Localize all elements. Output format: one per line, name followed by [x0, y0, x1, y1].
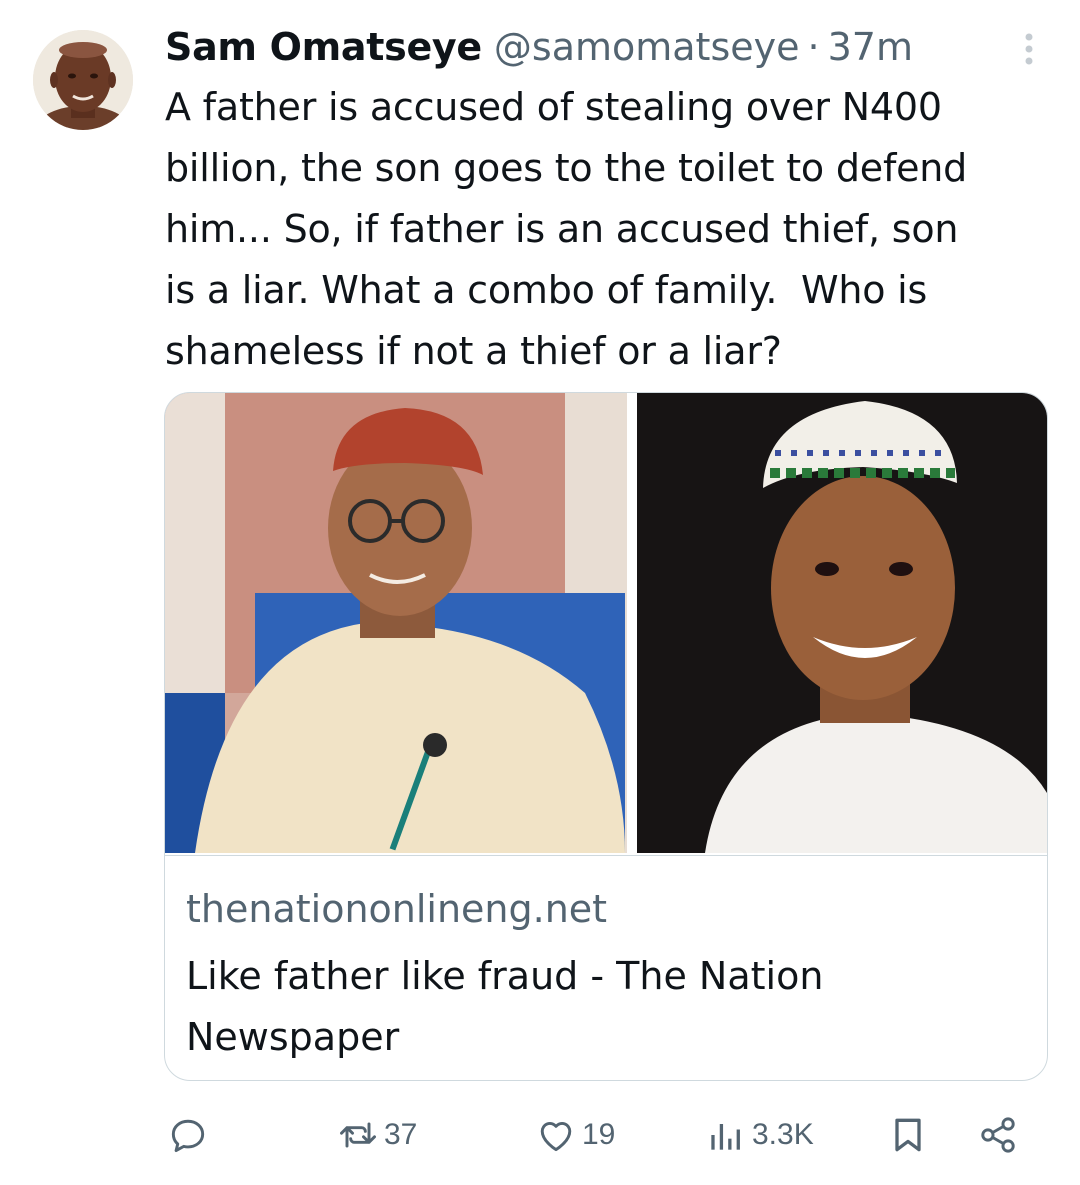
reply-button[interactable] — [166, 1107, 210, 1163]
bookmark-icon — [895, 1118, 921, 1152]
retweet-icon — [340, 1122, 376, 1148]
timestamp[interactable]: 37m — [828, 22, 913, 72]
tweet: Sam Omatseye @samomatseye · 37m A father… — [0, 0, 1080, 1185]
bookmark-button[interactable] — [886, 1107, 930, 1163]
share-button[interactable] — [976, 1107, 1020, 1163]
avatar[interactable] — [33, 30, 133, 130]
like-count: 19 — [582, 1118, 616, 1151]
link-card[interactable]: thenationonlineng.net Like father like f… — [164, 392, 1048, 1081]
heart-icon — [540, 1121, 572, 1152]
retweet-count: 37 — [384, 1118, 418, 1151]
reply-icon — [171, 1119, 205, 1153]
like-button[interactable]: 19 — [534, 1107, 615, 1163]
card-meta: thenationonlineng.net Like father like f… — [165, 855, 1047, 1080]
card-image[interactable] — [165, 393, 1047, 853]
right-photo — [637, 393, 1047, 853]
card-title: Like father like fraud - The Nation News… — [186, 954, 824, 1059]
retweet-button[interactable]: 37 — [336, 1107, 417, 1163]
action-bar: 37 19 3.3K — [164, 1107, 1034, 1163]
author-name[interactable]: Sam Omatseye — [165, 22, 482, 72]
views-icon — [711, 1124, 740, 1150]
share-icon — [981, 1117, 1015, 1153]
tweet-text: A father is accused of stealing over N40… — [165, 85, 968, 373]
author-handle[interactable]: @samomatseye — [494, 22, 800, 72]
more-options-button[interactable] — [1012, 30, 1046, 70]
views-count: 3.3K — [752, 1118, 814, 1151]
views-button[interactable]: 3.3K — [704, 1107, 814, 1163]
left-photo — [165, 393, 627, 853]
more-vertical-icon — [1025, 33, 1033, 65]
card-photo — [165, 393, 1047, 853]
separator-dot: · — [807, 25, 820, 69]
avatar-photo — [33, 30, 133, 130]
tweet-header: Sam Omatseye @samomatseye · 37m — [165, 22, 913, 72]
card-domain: thenationonlineng.net — [186, 887, 608, 931]
